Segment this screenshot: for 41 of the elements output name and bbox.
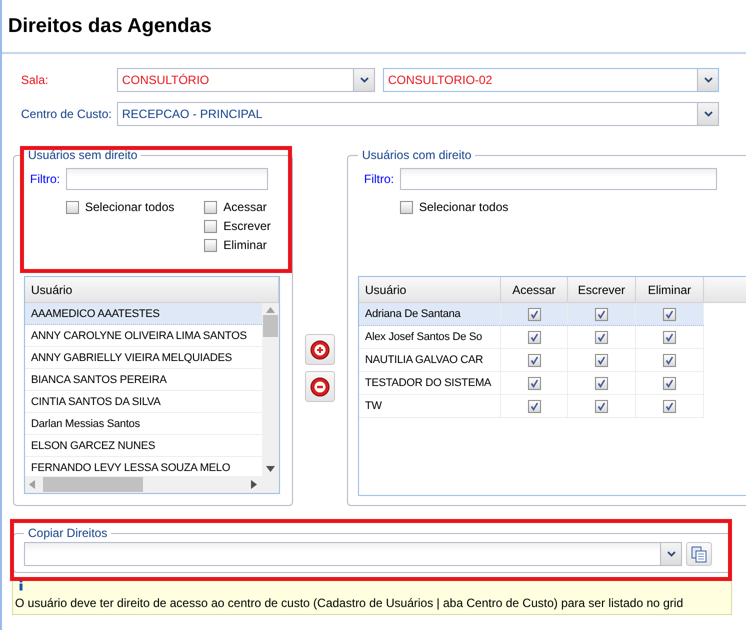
table-cell: TW bbox=[365, 400, 382, 412]
grid-row[interactable]: NAUTILIA GALVAO CAR bbox=[359, 349, 704, 372]
table-cell: ELSON GARCEZ NUNES bbox=[31, 440, 156, 452]
table-cell: CINTIA SANTOS DA SILVA bbox=[31, 396, 160, 408]
checkbox-label: Eliminar bbox=[223, 238, 267, 252]
checkbox-label: Selecionar todos bbox=[85, 200, 174, 214]
grid-row[interactable]: AAAMEDICO AAATESTES bbox=[25, 303, 262, 325]
field-label: Sala: bbox=[20, 73, 50, 87]
grid-row[interactable]: TW bbox=[359, 395, 704, 418]
column-header[interactable]: Usuário bbox=[25, 277, 279, 302]
grid-row[interactable]: Alex Josef Santos De So bbox=[359, 326, 704, 349]
table-cell: AAAMEDICO AAATESTES bbox=[31, 308, 160, 320]
group-legend: Copiar Direitos bbox=[24, 526, 112, 540]
column-header[interactable]: Escrever bbox=[568, 277, 636, 302]
table-cell: FERNANDO LEVY LESSA SOUZA MELO bbox=[31, 462, 230, 474]
unit-select[interactable]: CONSULTORIO-02 bbox=[383, 68, 719, 92]
table-cell: ANNY GABRIELLY VIEIRA MELQUIADES bbox=[31, 352, 232, 364]
room-select[interactable]: CONSULTÓRIO bbox=[117, 68, 375, 92]
table-cell: Alex Josef Santos De So bbox=[365, 331, 482, 343]
checkbox-label: Acessar bbox=[223, 200, 267, 214]
column-header[interactable]: Eliminar bbox=[636, 277, 704, 302]
table-cell: Darlan Messias Santos bbox=[31, 418, 140, 430]
table-cell: NAUTILIA GALVAO CAR bbox=[365, 354, 484, 366]
table-cell: BIANCA SANTOS PEREIRA bbox=[31, 374, 167, 386]
field-label: Centro de Custo: bbox=[20, 107, 113, 121]
group-legend: Usuários com direito bbox=[358, 148, 476, 162]
table-cell: Adriana De Santana bbox=[365, 308, 460, 320]
grid-row[interactable]: TESTADOR DO SISTEMA bbox=[359, 372, 704, 395]
group-legend: Usuários sem direito bbox=[24, 148, 142, 162]
column-header[interactable]: Usuário bbox=[359, 277, 501, 302]
grid-row[interactable]: Adriana De Santana bbox=[359, 303, 704, 326]
column-header[interactable]: Acessar bbox=[501, 277, 568, 302]
filter-label: Filtro: bbox=[364, 172, 394, 186]
table-cell: ANNY CAROLYNE OLIVEIRA LIMA SANTOS bbox=[31, 330, 247, 342]
filter-label: Filtro: bbox=[30, 172, 60, 186]
checkbox-label: Selecionar todos bbox=[419, 200, 508, 214]
table-cell: TESTADOR DO SISTEMA bbox=[365, 377, 492, 389]
info-text: O usuário deve ter direito de acesso ao centro de custo (Cadastro de Usuários | aba Centro de Custo) para ser listado no grid bbox=[15, 596, 684, 610]
checkbox-label: Escrever bbox=[223, 219, 271, 233]
cost-center-select[interactable]: RECEPCAO - PRINCIPAL bbox=[117, 102, 719, 126]
page-title: Direitos das Agendas bbox=[8, 14, 212, 38]
